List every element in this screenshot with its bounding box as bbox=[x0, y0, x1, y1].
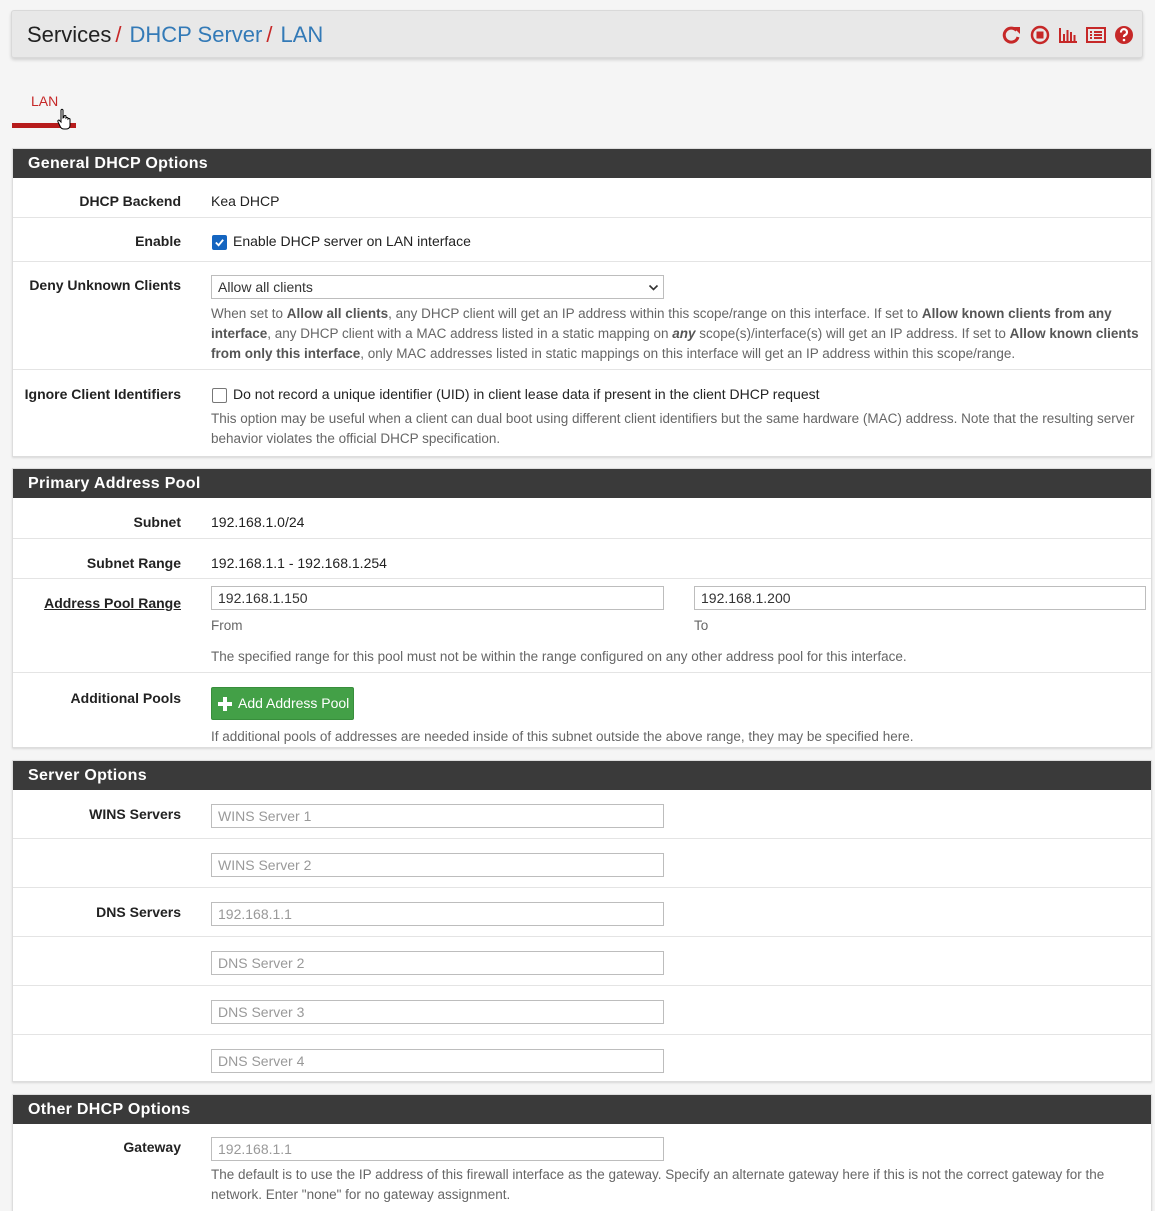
stop-icon[interactable] bbox=[1028, 24, 1052, 46]
dns-server-4-row: DNS Server 4 bbox=[13, 1034, 1151, 1083]
restart-icon[interactable] bbox=[1000, 24, 1024, 46]
panel-title: Other DHCP Options bbox=[13, 1095, 1151, 1124]
panel-title: Server Options bbox=[13, 761, 1151, 790]
breadcrumb-lan[interactable]: LAN bbox=[280, 22, 323, 47]
ignore-client-identifiers-checkbox[interactable] bbox=[212, 388, 227, 403]
chart-icon[interactable] bbox=[1056, 24, 1080, 46]
deny-unknown-clients-help: When set to Allow all clients, any DHCP … bbox=[211, 306, 1139, 361]
to-label: To bbox=[694, 618, 709, 633]
hand-cursor-icon bbox=[57, 108, 71, 130]
plus-icon bbox=[218, 697, 232, 711]
panel-title: General DHCP Options bbox=[13, 149, 1151, 178]
breadcrumb-dhcp-server[interactable]: DHCP Server bbox=[129, 22, 262, 47]
wins-server-1-input[interactable]: WINS Server 1 bbox=[211, 804, 664, 828]
subnet-range-value: 192.168.1.1 - 192.168.1.254 bbox=[211, 555, 387, 571]
primary-address-pool-panel: Primary Address Pool Subnet 192.168.1.0/… bbox=[12, 468, 1152, 748]
from-label: From bbox=[211, 618, 243, 633]
additional-pools-help: If additional pools of addresses are nee… bbox=[211, 729, 914, 744]
ignore-client-identifiers-checkbox-label[interactable]: Do not record a unique identifier (UID) … bbox=[233, 386, 820, 402]
enable-label: Enable bbox=[135, 233, 181, 249]
help-icon[interactable] bbox=[1112, 24, 1136, 46]
breadcrumb-services: Services bbox=[27, 22, 112, 47]
dns-server-1-input[interactable]: 192.168.1.1 bbox=[211, 902, 664, 926]
dns-server-3-row: DNS Server 3 bbox=[13, 985, 1151, 1034]
subnet-range-label: Subnet Range bbox=[86, 555, 181, 571]
subnet-label: Subnet bbox=[133, 514, 181, 530]
ignore-client-identifiers-help: This option may be useful when a client … bbox=[211, 411, 1135, 446]
subnet-value: 192.168.1.0/24 bbox=[211, 514, 305, 530]
page-header: Services / DHCP Server / LAN bbox=[11, 10, 1143, 58]
subnet-range-row: Subnet Range 192.168.1.1 - 192.168.1.254 bbox=[13, 538, 1151, 578]
enable-checkbox-label[interactable]: Enable DHCP server on LAN interface bbox=[233, 233, 471, 249]
dhcp-backend-value: Kea DHCP bbox=[211, 193, 280, 209]
address-pool-range-help: The specified range for this pool must n… bbox=[211, 649, 907, 664]
header-icons bbox=[1000, 24, 1136, 46]
general-dhcp-options-panel: General DHCP Options DHCP Backend Kea DH… bbox=[12, 148, 1152, 457]
subnet-row: Subnet 192.168.1.0/24 bbox=[13, 498, 1151, 538]
dns-servers-label: DNS Servers bbox=[96, 904, 181, 920]
gateway-help: The default is to use the IP address of … bbox=[211, 1167, 1105, 1202]
dhcp-backend-label: DHCP Backend bbox=[79, 193, 181, 209]
list-icon[interactable] bbox=[1084, 24, 1108, 46]
additional-pools-row: Additional Pools Add Address Pool If add… bbox=[13, 672, 1151, 748]
deny-unknown-clients-row: Deny Unknown Clients Allow all clients W… bbox=[13, 261, 1151, 369]
enable-checkbox[interactable] bbox=[212, 235, 227, 250]
dns-server-2-input[interactable]: DNS Server 2 bbox=[211, 951, 664, 975]
server-options-panel: Server Options WINS Servers WINS Server … bbox=[12, 760, 1152, 1082]
pool-to-input[interactable]: 192.168.1.200 bbox=[694, 586, 1146, 610]
dhcp-backend-row: DHCP Backend Kea DHCP bbox=[13, 178, 1151, 217]
dns-server-2-row: DNS Server 2 bbox=[13, 936, 1151, 985]
address-pool-range-row: Address Pool Range 192.168.1.150 192.168… bbox=[13, 578, 1151, 672]
chevron-down-icon bbox=[648, 284, 659, 291]
wins-server-1-row: WINS Servers WINS Server 1 bbox=[13, 790, 1151, 838]
wins-server-2-input[interactable]: WINS Server 2 bbox=[211, 853, 664, 877]
wins-server-2-row: WINS Server 2 bbox=[13, 838, 1151, 887]
additional-pools-label: Additional Pools bbox=[70, 690, 181, 706]
wins-servers-label: WINS Servers bbox=[89, 806, 181, 822]
ignore-client-identifiers-row: Ignore Client Identifiers Do not record … bbox=[13, 369, 1151, 457]
pool-from-input[interactable]: 192.168.1.150 bbox=[211, 586, 664, 610]
enable-row: Enable Enable DHCP server on LAN interfa… bbox=[13, 217, 1151, 261]
tab-lan-label: LAN bbox=[31, 93, 59, 109]
add-address-pool-button[interactable]: Add Address Pool bbox=[211, 687, 354, 720]
dns-server-3-input[interactable]: DNS Server 3 bbox=[211, 1000, 664, 1024]
breadcrumb-separator: / bbox=[266, 22, 273, 47]
add-address-pool-label: Add Address Pool bbox=[238, 695, 350, 711]
deny-unknown-clients-value: Allow all clients bbox=[218, 279, 313, 295]
dns-server-4-input[interactable]: DNS Server 4 bbox=[211, 1049, 664, 1073]
ignore-client-identifiers-label: Ignore Client Identifiers bbox=[24, 386, 181, 402]
other-dhcp-options-panel: Other DHCP Options Gateway 192.168.1.1 T… bbox=[12, 1094, 1152, 1211]
breadcrumb: Services / DHCP Server / LAN bbox=[27, 22, 323, 48]
gateway-row: Gateway 192.168.1.1 The default is to us… bbox=[13, 1124, 1151, 1211]
panel-title: Primary Address Pool bbox=[13, 469, 1151, 498]
breadcrumb-separator: / bbox=[115, 22, 122, 47]
gateway-label: Gateway bbox=[123, 1139, 181, 1155]
deny-unknown-clients-label: Deny Unknown Clients bbox=[29, 277, 181, 293]
gateway-input[interactable]: 192.168.1.1 bbox=[211, 1137, 664, 1161]
address-pool-range-label: Address Pool Range bbox=[44, 595, 181, 611]
deny-unknown-clients-select[interactable]: Allow all clients bbox=[211, 275, 664, 299]
dns-server-1-row: DNS Servers 192.168.1.1 bbox=[13, 887, 1151, 936]
